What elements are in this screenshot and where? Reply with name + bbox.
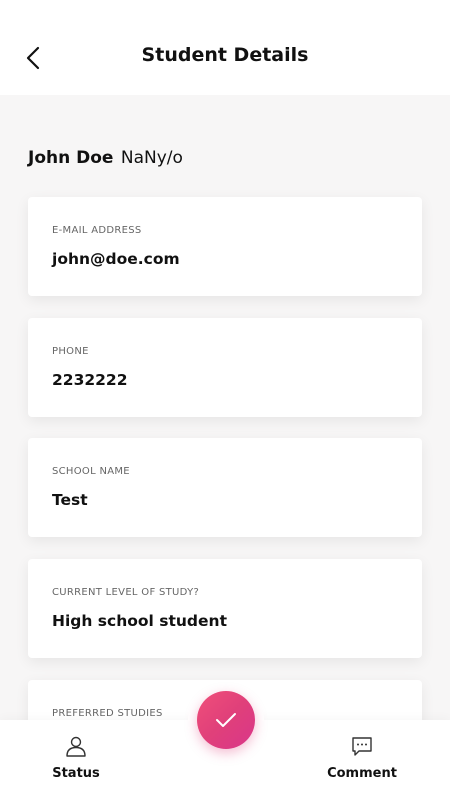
school-name-label: SCHOOL NAME bbox=[52, 466, 130, 477]
confirm-button[interactable] bbox=[197, 691, 255, 749]
tab-status-label: Status bbox=[52, 766, 100, 781]
student-name-row: John Doe NaNy/o bbox=[28, 148, 183, 168]
header-bar: Student Details bbox=[0, 0, 450, 95]
page-title: Student Details bbox=[141, 44, 309, 66]
checkmark-icon bbox=[216, 713, 236, 727]
preferred-studies-label: PREFERRED STUDIES bbox=[52, 708, 163, 719]
school-name-card: SCHOOL NAME Test bbox=[28, 438, 422, 537]
tab-comment-label: Comment bbox=[327, 766, 397, 781]
chat-bubble-icon bbox=[352, 737, 372, 756]
phone-value: 2232222 bbox=[52, 371, 128, 389]
email-label: E-MAIL ADDRESS bbox=[52, 225, 142, 236]
study-level-label: CURRENT LEVEL OF STUDY? bbox=[52, 587, 200, 598]
email-card: E-MAIL ADDRESS john@doe.com bbox=[28, 197, 422, 296]
student-name: John Doe bbox=[28, 148, 114, 168]
school-name-value: Test bbox=[52, 491, 88, 509]
tab-status[interactable]: Status bbox=[26, 734, 126, 790]
study-level-value: High school student bbox=[52, 612, 227, 630]
tab-comment[interactable]: Comment bbox=[312, 734, 412, 790]
study-level-card: CURRENT LEVEL OF STUDY? High school stud… bbox=[28, 559, 422, 658]
student-name-suffix: NaNy/o bbox=[120, 148, 183, 168]
phone-label: PHONE bbox=[52, 346, 89, 357]
person-icon bbox=[66, 736, 86, 757]
phone-card: PHONE 2232222 bbox=[28, 318, 422, 417]
email-value: john@doe.com bbox=[52, 250, 180, 268]
